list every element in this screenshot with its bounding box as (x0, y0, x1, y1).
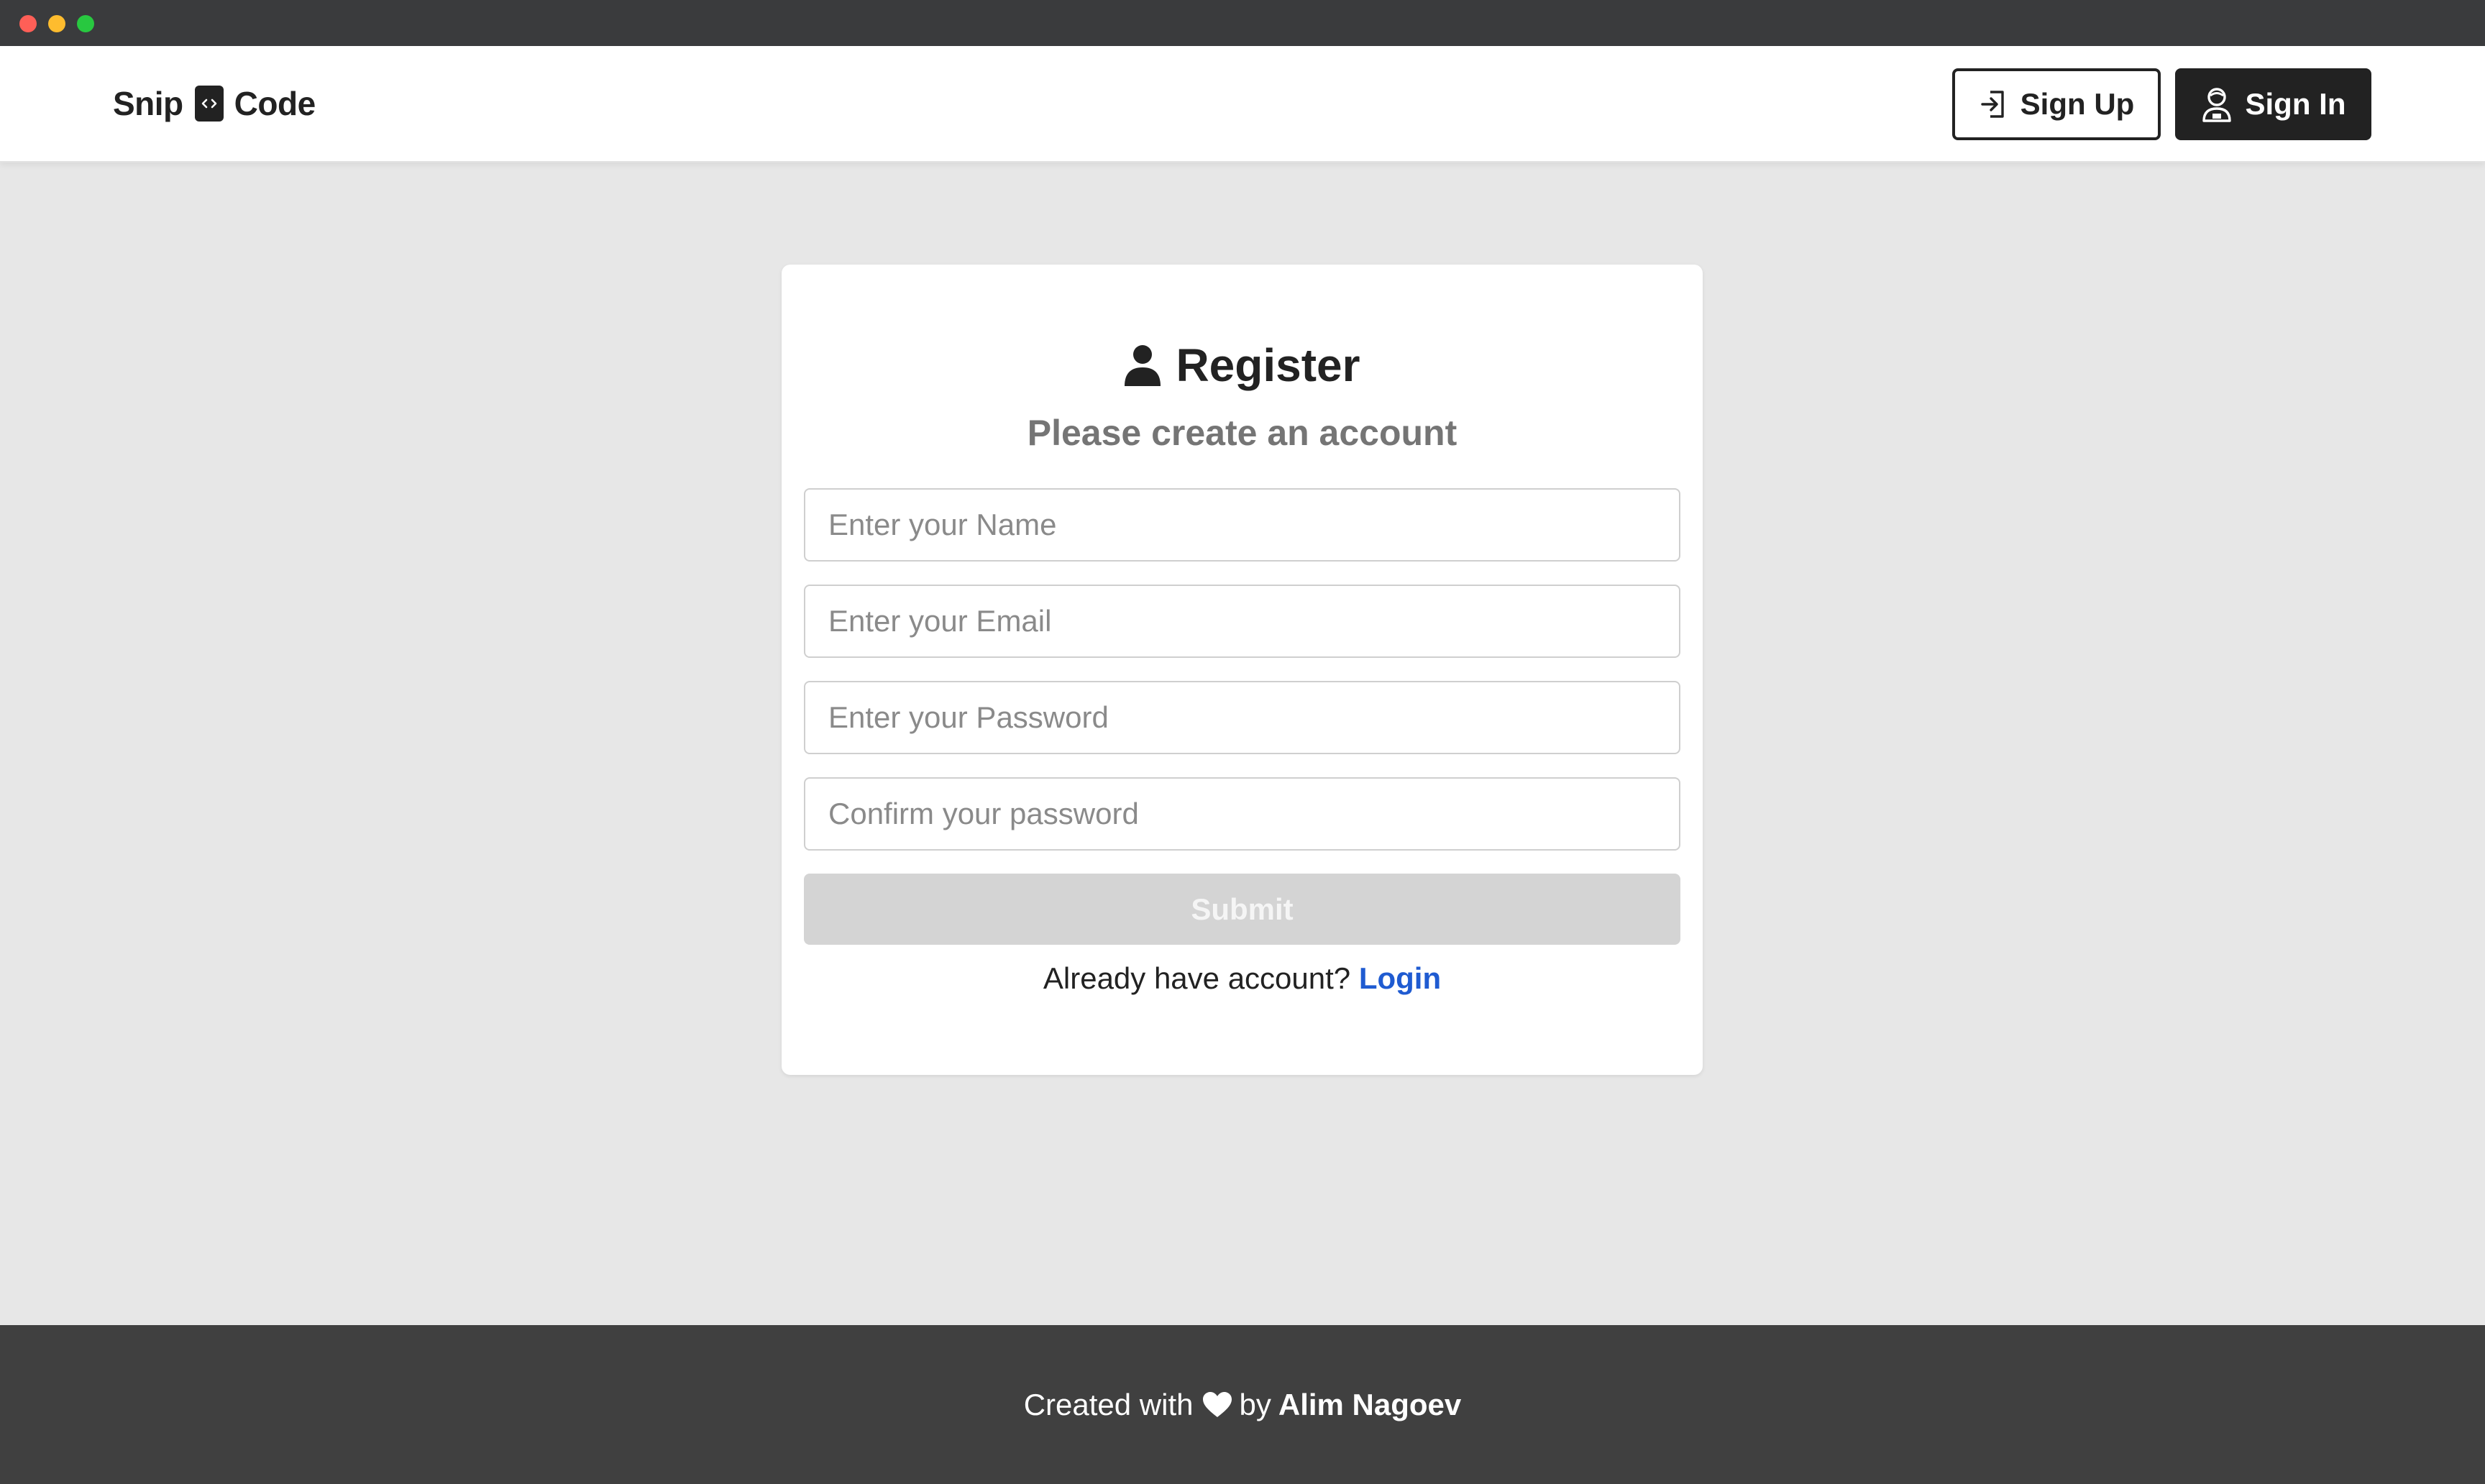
email-input[interactable] (804, 585, 1680, 658)
footer-author: Alim Nagoev (1278, 1387, 1462, 1421)
window-maximize-button[interactable] (77, 15, 94, 32)
sign-in-arrow-icon (1979, 88, 2008, 120)
register-title: Register (1176, 339, 1360, 391)
register-heading: Register (782, 336, 1703, 394)
logo-text-code: Code (234, 85, 316, 122)
login-prompt-line: Already have account? Login (782, 957, 1703, 1000)
code-brackets-icon (194, 86, 224, 122)
sign-in-label: Sign In (2245, 87, 2346, 121)
login-prompt-text: Already have account? (1043, 961, 1351, 995)
footer-prefix: Created with (1023, 1387, 1194, 1421)
login-link[interactable]: Login (1359, 961, 1441, 995)
logo-text-snip: Snip (113, 85, 183, 122)
window-minimize-button[interactable] (48, 15, 65, 32)
sign-up-button[interactable]: Sign Up (1952, 68, 2161, 140)
submit-button[interactable]: Submit (804, 874, 1680, 945)
register-card: Register Please create an account Submit… (782, 265, 1703, 1075)
site-footer: Created with by Alim Nagoev (0, 1325, 2485, 1484)
sign-up-label: Sign Up (2020, 87, 2135, 121)
window-close-button[interactable] (19, 15, 37, 32)
password-input[interactable] (804, 681, 1680, 754)
footer-by: by (1239, 1387, 1271, 1421)
site-header: Snip Code Sign Up Sign In (0, 46, 2485, 162)
name-input[interactable] (804, 488, 1680, 562)
sign-in-button[interactable]: Sign In (2175, 68, 2371, 140)
window-titlebar (0, 0, 2485, 46)
register-subtitle: Please create an account (1027, 413, 1457, 453)
user-avatar-icon (2201, 86, 2233, 122)
heart-icon (1202, 1391, 1232, 1419)
user-icon (1124, 344, 1161, 386)
submit-label: Submit (1191, 892, 1294, 926)
site-logo[interactable]: Snip Code (113, 81, 316, 127)
confirm-password-input[interactable] (804, 777, 1680, 851)
